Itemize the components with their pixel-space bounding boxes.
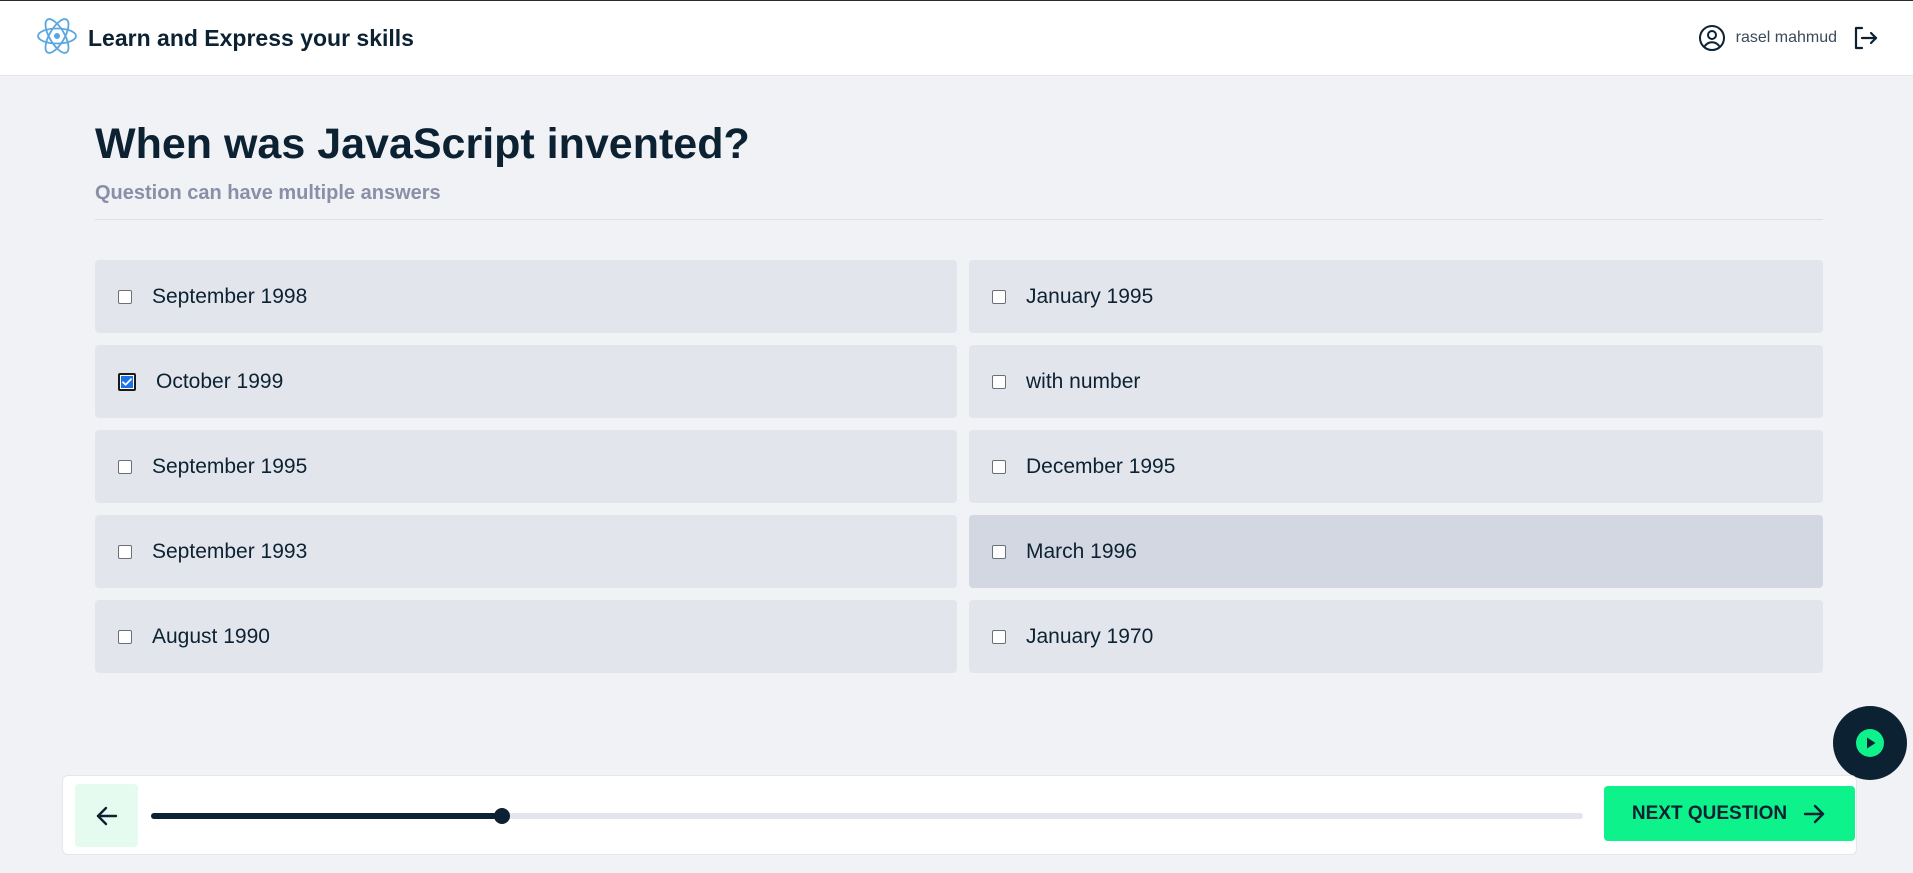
progress-thumb[interactable] xyxy=(493,808,510,824)
answer-label: with number xyxy=(1026,369,1141,393)
play-circle-icon xyxy=(1856,729,1884,757)
answer-label: January 1995 xyxy=(1026,284,1154,308)
answer-checkbox[interactable] xyxy=(118,544,132,559)
answer-checkbox[interactable] xyxy=(992,459,1006,474)
next-question-label: NEXT QUESTION xyxy=(1631,802,1788,824)
top-navbar: Learn and Express your skills rasel mahm… xyxy=(0,1,1913,76)
answer-option[interactable]: August 1990 xyxy=(95,600,957,673)
answer-checkbox[interactable] xyxy=(118,289,132,304)
brand[interactable]: Learn and Express your skills xyxy=(36,15,414,62)
answer-grid: September 1998 January 1995 October 1999… xyxy=(95,260,1823,673)
answer-label: January 1970 xyxy=(1026,624,1154,648)
answer-checkbox[interactable] xyxy=(992,374,1006,389)
answer-label: September 1995 xyxy=(152,454,308,478)
answer-option[interactable]: January 1995 xyxy=(969,260,1823,333)
previous-button[interactable] xyxy=(75,784,138,847)
answer-checkbox-checked[interactable] xyxy=(118,372,136,391)
question-title: When was JavaScript invented? xyxy=(95,120,750,168)
account-area: rasel mahmud xyxy=(1698,24,1879,52)
answer-label: September 1993 xyxy=(152,539,308,563)
arrow-left-icon xyxy=(96,806,117,825)
answer-label: August 1990 xyxy=(152,624,270,648)
answer-option[interactable]: September 1995 xyxy=(95,430,957,503)
answer-label: October 1999 xyxy=(156,369,284,393)
answer-option[interactable]: December 1995 xyxy=(969,430,1823,503)
quiz-footer: NEXT QUESTION xyxy=(62,775,1857,855)
video-play-button[interactable] xyxy=(1833,706,1907,780)
checkmark-icon xyxy=(122,377,132,386)
question-subtitle: Question can have multiple answers xyxy=(95,182,441,204)
progress-bar xyxy=(151,808,1583,824)
answer-checkbox[interactable] xyxy=(992,629,1006,644)
divider xyxy=(95,219,1823,220)
answer-label: March 1996 xyxy=(1026,539,1137,563)
answer-option[interactable]: October 1999 xyxy=(95,345,957,418)
username: rasel mahmud xyxy=(1735,29,1837,46)
answer-checkbox[interactable] xyxy=(118,459,132,474)
user-circle-icon[interactable] xyxy=(1698,24,1726,52)
react-logo-icon xyxy=(36,15,78,62)
arrow-right-icon xyxy=(1803,804,1825,823)
logout-icon[interactable] xyxy=(1851,24,1879,52)
answer-option[interactable]: September 1998 xyxy=(95,260,957,333)
answer-option[interactable]: September 1993 xyxy=(95,515,957,588)
answer-label: December 1995 xyxy=(1026,454,1176,478)
answer-checkbox[interactable] xyxy=(992,544,1006,559)
answer-checkbox[interactable] xyxy=(992,289,1006,304)
answer-option-hovered[interactable]: March 1996 xyxy=(969,515,1823,588)
app-title: Learn and Express your skills xyxy=(88,24,414,51)
answer-option[interactable]: January 1970 xyxy=(969,600,1823,673)
answer-checkbox[interactable] xyxy=(118,629,132,644)
answer-option[interactable]: with number xyxy=(969,345,1823,418)
answer-label: September 1998 xyxy=(152,284,308,308)
next-question-button[interactable]: NEXT QUESTION xyxy=(1604,786,1855,841)
progress-fill xyxy=(151,813,502,819)
